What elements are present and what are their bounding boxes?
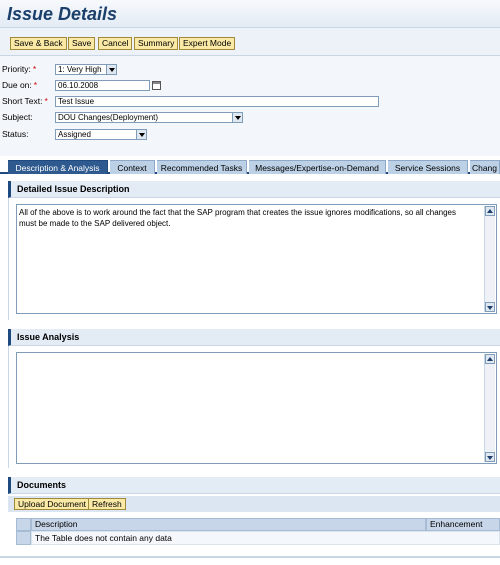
main-toolbar: Save & Back Save Cancel Summary Expert M… (0, 28, 500, 56)
scroll-down-icon[interactable] (485, 302, 495, 312)
refresh-button[interactable]: Refresh (88, 498, 126, 510)
subject-select[interactable]: DOU Changes(Deployment) (55, 112, 243, 123)
scroll-up-icon[interactable] (485, 354, 495, 364)
tab-context[interactable]: Context (110, 160, 155, 174)
scroll-up-icon[interactable] (485, 206, 495, 216)
priority-select[interactable]: 1: Very High (55, 64, 117, 75)
issue-analysis-body (8, 346, 500, 468)
page-header: Issue Details (0, 0, 500, 28)
scroll-down-icon[interactable] (485, 452, 495, 462)
short-text-label: Short Text: * (2, 96, 48, 106)
tab-description-analysis[interactable]: Description & Analysis (8, 160, 108, 174)
save-and-back-button[interactable]: Save & Back (10, 37, 67, 50)
tab-messages-expertise[interactable]: Messages/Expertise-on-Demand (249, 160, 386, 174)
documents-toolbar: Upload Document Refresh (8, 496, 500, 512)
due-on-label: Due on: * (2, 80, 38, 90)
subject-label: Subject: (2, 112, 33, 122)
status-select[interactable]: Assigned (55, 129, 147, 140)
row-select-cell[interactable] (16, 531, 31, 545)
summary-button[interactable]: Summary (134, 37, 179, 50)
detailed-description-title: Detailed Issue Description (17, 184, 130, 194)
issue-analysis-title: Issue Analysis (17, 332, 80, 342)
documents-header: Documents (8, 477, 500, 494)
column-header-enhancement[interactable]: Enhancement (426, 518, 500, 531)
detailed-description-header: Detailed Issue Description (8, 181, 500, 198)
documents-title: Documents (17, 480, 67, 490)
detailed-description-textarea[interactable]: All of the above is to work around the f… (16, 204, 497, 314)
detailed-description-body: All of the above is to work around the f… (8, 198, 500, 320)
select-all-cell[interactable] (16, 518, 31, 531)
issue-form: Priority: * 1: Very High Due on: * 06.10.2… (0, 56, 500, 156)
save-button[interactable]: Save (68, 37, 96, 50)
tab-service-sessions[interactable]: Service Sessions (388, 160, 468, 174)
short-text-field[interactable]: Test Issue (55, 96, 379, 107)
expert-mode-button[interactable]: Expert Mode (179, 37, 236, 50)
due-on-field[interactable]: 06.10.2008 (55, 80, 150, 91)
issue-analysis-textarea[interactable] (16, 352, 497, 464)
chevron-down-icon[interactable] (232, 113, 242, 122)
description-scrollbar[interactable] (484, 206, 495, 312)
tab-change[interactable]: Chang (470, 160, 500, 174)
bottom-divider (0, 556, 500, 558)
chevron-down-icon[interactable] (136, 130, 146, 139)
page-title: Issue Details (7, 4, 118, 24)
tab-strip: Description & Analysis Context Recommend… (0, 160, 500, 174)
calendar-icon[interactable] (152, 81, 161, 90)
issue-analysis-header: Issue Analysis (8, 329, 500, 346)
analysis-scrollbar[interactable] (484, 354, 495, 462)
upload-document-button[interactable]: Upload Document (14, 498, 91, 510)
tab-recommended-tasks[interactable]: Recommended Tasks (157, 160, 247, 174)
chevron-down-icon[interactable] (106, 65, 116, 74)
cancel-button[interactable]: Cancel (98, 37, 133, 50)
column-header-description[interactable]: Description (31, 518, 426, 531)
priority-label: Priority: * (2, 64, 37, 74)
status-label: Status: (2, 129, 29, 139)
empty-table-message: The Table does not contain any data (31, 531, 500, 545)
